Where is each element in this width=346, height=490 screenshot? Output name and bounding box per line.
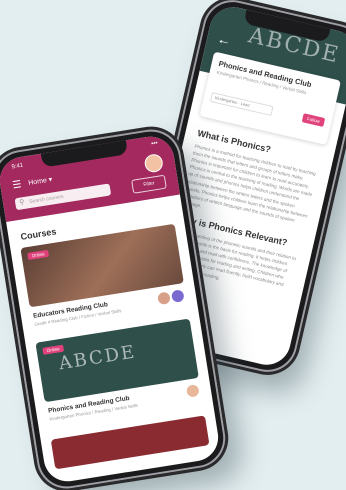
signal-icon: ▪▪▪ <box>150 140 159 148</box>
course-card-image[interactable]: Online ABCDE <box>35 318 199 403</box>
search-icon: ⚲ <box>18 198 25 207</box>
avatar <box>170 289 185 303</box>
home-dropdown[interactable]: Home ▾ <box>28 175 53 187</box>
app-showcase: ← ABCDE Phonics and Reading Club Kinderg… <box>0 0 346 490</box>
follow-button[interactable]: Follow <box>301 113 326 127</box>
chalkboard-text: ABCDE <box>57 341 138 375</box>
course-card-image[interactable] <box>50 415 210 470</box>
course-tag: Online <box>27 249 50 261</box>
avatar <box>157 291 171 306</box>
hamburger-menu-icon[interactable]: ☰ <box>12 179 23 191</box>
section-title: Courses <box>19 226 57 242</box>
search-placeholder: Search courses <box>28 193 65 206</box>
status-time: 9:41 <box>11 162 24 171</box>
avatar <box>185 384 200 398</box>
user-avatar[interactable] <box>143 152 165 174</box>
search-input[interactable]: ⚲ Search courses <box>14 183 112 211</box>
filter-button[interactable]: Filter <box>131 174 167 194</box>
course-pill: Kindergarten · Lead <box>209 92 274 116</box>
back-arrow-icon[interactable]: ← <box>216 30 233 49</box>
